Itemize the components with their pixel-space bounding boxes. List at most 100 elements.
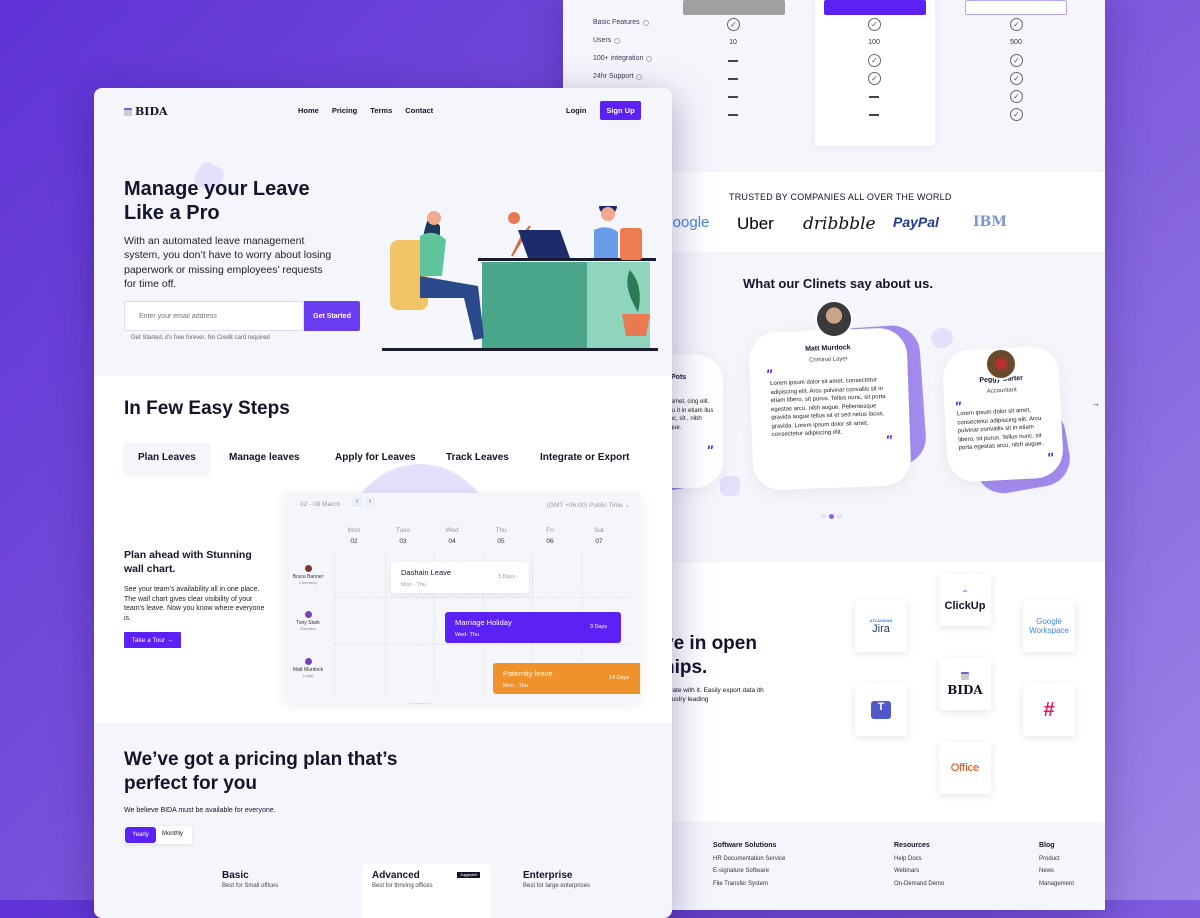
tab-manage-leaves[interactable]: Manage leaves	[215, 442, 314, 473]
brand-logo[interactable]: BIDA	[124, 105, 168, 118]
day-date: 04	[448, 538, 456, 545]
uber-logo: Uber	[737, 214, 774, 233]
next-week-button[interactable]: ›	[365, 497, 375, 507]
footer-link[interactable]: HR Documentation Service	[713, 853, 785, 866]
check-icon: ✓	[1010, 108, 1023, 121]
tab-integrate-or-export[interactable]: Integrate or Export	[526, 442, 643, 473]
clickup-tile[interactable]: ⌃ ClickUp	[939, 574, 991, 626]
next-arrow-icon[interactable]: →	[1091, 398, 1100, 408]
carousel-dots	[821, 514, 842, 519]
plan-card-advanced[interactable]: Advanced Best for thriving offices Sugge…	[362, 864, 490, 918]
event-title: Marriage Holiday	[455, 618, 512, 627]
footer-heading: Blog	[1039, 842, 1055, 849]
get-started-button[interactable]: Get Started	[304, 301, 360, 331]
hero-fine-print: Get Started, it's free forever. No Credi…	[131, 335, 270, 341]
info-icon[interactable]	[646, 55, 653, 62]
nav-pricing[interactable]: Pricing	[332, 106, 357, 115]
footer-link[interactable]: Product	[1039, 853, 1074, 866]
check-icon: ✓	[868, 54, 881, 67]
grid-line	[335, 644, 630, 645]
login-link[interactable]: Login	[566, 106, 586, 115]
matt-murdock-avatar	[815, 300, 853, 338]
calendar-icon	[961, 671, 969, 680]
plan-card-enterprise[interactable]: Enterprise Best for large enterprises	[513, 864, 641, 918]
nav-terms[interactable]: Terms	[370, 106, 392, 115]
front-page-panel: BIDA Home Pricing Terms Contact Login Si…	[94, 88, 672, 918]
prev-week-button[interactable]: ‹	[352, 497, 362, 507]
floor-line	[382, 348, 658, 351]
pricing-title: We’ve got a pricing plan that’s perfect …	[124, 749, 398, 794]
advanced-plan-button[interactable]	[824, 0, 926, 15]
day-date: 05	[497, 538, 505, 545]
event-span: Mon - Thu	[401, 582, 426, 588]
person-dept: Robotics	[300, 626, 316, 631]
day-header: Fri 06	[530, 527, 570, 545]
leave-event[interactable]: Marriage Holiday Wed- Thu 3 Days	[445, 612, 621, 643]
bida-tile[interactable]: BIDA	[939, 658, 991, 710]
office-tile[interactable]: Office	[939, 742, 991, 794]
carousel-dot-active[interactable]	[829, 514, 834, 519]
google-workspace-tile[interactable]: Google Workspace	[1023, 600, 1075, 652]
feature-value: 10	[729, 39, 737, 46]
event-days: 3 Days	[589, 624, 607, 630]
dash-icon	[869, 114, 879, 116]
testimonials-title: What our Clinets say about us.	[743, 276, 933, 291]
leave-event[interactable]: Dashain Leave Mon - Thu 3 Days	[391, 562, 529, 593]
basic-plan-button[interactable]	[683, 0, 785, 15]
day-name: Sat	[594, 527, 604, 534]
nav-home[interactable]: Home	[298, 106, 319, 115]
grid-line	[335, 597, 630, 598]
jira-tile[interactable]: ATLASSIAN Jira	[855, 600, 907, 652]
info-icon[interactable]	[614, 37, 621, 44]
clickup-icon: ⌃	[960, 588, 970, 600]
person-right-body	[594, 227, 618, 258]
calendar-icon	[124, 107, 132, 116]
nav-contact[interactable]: Contact	[405, 106, 433, 115]
plan-name: Basic	[222, 870, 249, 881]
teams-tile[interactable]: T	[855, 684, 907, 736]
take-a-tour-button[interactable]: Take a Tour →	[124, 632, 181, 648]
decor-blob	[720, 476, 740, 496]
footer-link[interactable]: Webinars	[894, 865, 944, 878]
email-input[interactable]	[124, 301, 304, 331]
chair-back	[620, 228, 642, 260]
tab-plan-leaves[interactable]: Plan Leaves	[124, 442, 210, 473]
footer-link[interactable]: On-Demand Demo	[894, 878, 944, 891]
day-header: Mon 02	[334, 527, 374, 545]
yearly-toggle[interactable]: Yearly	[125, 827, 156, 843]
dash-icon	[728, 96, 738, 98]
carousel-dot[interactable]	[837, 514, 842, 519]
hero-title: Manage your Leave Like a Pro	[124, 178, 310, 224]
brand-name: BIDA	[135, 105, 168, 118]
plan-desc: Best for Small offices	[222, 883, 279, 889]
footer-link[interactable]: File Transfer System	[713, 878, 785, 891]
footer-link[interactable]: News	[1039, 865, 1074, 878]
enterprise-plan-button[interactable]	[965, 0, 1067, 15]
person-row: Matt Murdock Legal	[288, 658, 328, 678]
info-icon[interactable]	[642, 19, 649, 26]
feature-label: Basic Features	[593, 19, 649, 26]
footer-link[interactable]: Management	[1039, 878, 1074, 891]
jira-logo: Jira	[872, 622, 890, 635]
info-icon[interactable]	[636, 73, 643, 80]
testimonial-card-active: Matt Murdock Criminal Layer " Lorem ipsu…	[748, 327, 912, 491]
plan-card-basic[interactable]: Basic Best for Small offices	[212, 864, 340, 918]
check-icon: ✓	[868, 72, 881, 85]
monthly-toggle[interactable]: Monthly	[162, 831, 183, 837]
leave-event[interactable]: Paternity leave Mon - Thu 14 Days	[493, 663, 640, 694]
feature-label: 24hr Support	[593, 73, 643, 80]
person-left-body	[420, 232, 446, 276]
check-icon: ✓	[727, 18, 740, 31]
footer-link[interactable]: E-signature Software	[713, 865, 785, 878]
laptop	[518, 230, 570, 258]
slack-icon: #	[1043, 698, 1055, 721]
carousel-dot[interactable]	[821, 514, 826, 519]
footer-link[interactable]: Help Docs	[894, 853, 944, 866]
feature-value: 100	[868, 39, 880, 46]
slack-tile[interactable]: #	[1023, 684, 1075, 736]
testimonial-name: Matt Murdock	[805, 344, 851, 353]
signup-button[interactable]: Sign Up	[600, 101, 641, 120]
timezone-select[interactable]: (GMT +06:00) Public Time ⌄	[547, 501, 630, 509]
testimonial-quote: Lorem ipsum dolor sit amet, consectetur …	[956, 407, 1044, 452]
suggested-badge: Suggested	[457, 872, 480, 878]
